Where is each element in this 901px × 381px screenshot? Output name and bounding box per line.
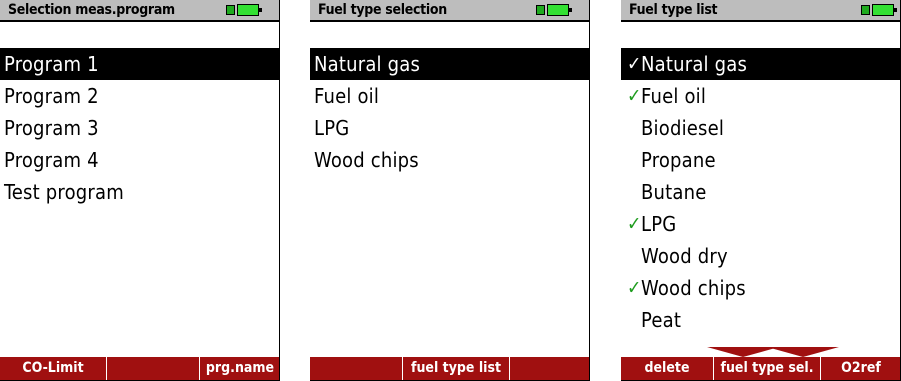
check-icon: ✓ — [627, 85, 642, 107]
list-item-label: Fuel oil — [314, 84, 380, 108]
list-item-test-program[interactable]: Test program — [0, 176, 279, 208]
softkey-middle-empty[interactable] — [107, 357, 200, 380]
check-icon: ✓ — [627, 53, 642, 75]
list-item-program-1[interactable]: Program 1 — [0, 48, 279, 80]
battery-level — [547, 4, 572, 16]
list-item-label: Fuel oil — [641, 84, 707, 108]
title-bar: Fuel type selection — [310, 0, 589, 22]
list-item-lpg[interactable]: ✓ LPG — [621, 208, 900, 240]
list-item-natural-gas[interactable]: ✓ Natural gas — [621, 48, 900, 80]
list-item-label: Propane — [641, 148, 716, 172]
list-item-program-3[interactable]: Program 3 — [0, 112, 279, 144]
plug-icon — [861, 5, 870, 15]
list-item-label: Program 3 — [4, 116, 99, 140]
list-item-label: Program 1 — [4, 52, 99, 76]
list-item-label: Test program — [4, 180, 124, 204]
screen-fuel-type-selection: Fuel type selection Natural gas Fuel oil… — [310, 0, 590, 381]
softkey-bar: CO-Limit prg.name — [0, 357, 279, 380]
softkey-fuel-type-sel[interactable]: fuel type sel. — [714, 357, 821, 380]
plug-icon — [226, 5, 235, 15]
softkey-right-empty[interactable] — [510, 357, 589, 380]
list-item-wood-dry[interactable]: Wood dry — [621, 240, 900, 272]
list-item-label: Biodiesel — [641, 116, 725, 140]
list-item-label: Wood dry — [641, 244, 728, 268]
list-item-label: Program 4 — [4, 148, 99, 172]
softkey-o2ref[interactable]: O2ref — [821, 357, 900, 380]
plug-icon — [536, 5, 545, 15]
list-item-label: LPG — [641, 212, 677, 236]
battery-level — [237, 4, 262, 16]
screen-title: Fuel type list — [629, 2, 718, 18]
softkey-left-empty[interactable] — [310, 357, 403, 380]
softkey-fuel-type-list[interactable]: fuel type list — [403, 357, 510, 380]
list-item-peat[interactable]: Peat — [621, 304, 900, 336]
scroll-indicator — [621, 345, 900, 357]
list-item-propane[interactable]: Propane — [621, 144, 900, 176]
list-item-label: Program 2 — [4, 84, 99, 108]
battery-level — [872, 4, 897, 16]
list-item-fuel-oil[interactable]: Fuel oil — [310, 80, 589, 112]
list-item-label: Natural gas — [641, 52, 748, 76]
check-icon: ✓ — [627, 213, 642, 235]
list-item-lpg[interactable]: LPG — [310, 112, 589, 144]
scroll-down-arrow-icon — [767, 347, 839, 357]
list-item-biodiesel[interactable]: Biodiesel — [621, 112, 900, 144]
list-item-program-4[interactable]: Program 4 — [0, 144, 279, 176]
program-list: Program 1 Program 2 Program 3 Program 4 … — [0, 48, 279, 208]
list-item-wood-chips[interactable]: ✓ Wood chips — [621, 272, 900, 304]
list-item-wood-chips[interactable]: Wood chips — [310, 144, 589, 176]
list-item-label: Butane — [641, 180, 707, 204]
list-item-label: Natural gas — [314, 52, 421, 76]
list-item-label: Wood chips — [641, 276, 746, 300]
list-item-fuel-oil[interactable]: ✓ Fuel oil — [621, 80, 900, 112]
check-icon: ✓ — [627, 277, 642, 299]
screen-title: Selection meas.program — [8, 2, 175, 18]
title-bar: Selection meas.program — [0, 0, 279, 22]
title-bar: Fuel type list — [621, 0, 900, 22]
screen-fuel-type-list: Fuel type list ✓ Natural gas ✓ Fuel oil Bi… — [621, 0, 901, 381]
list-item-program-2[interactable]: Program 2 — [0, 80, 279, 112]
softkey-bar: fuel type list — [310, 357, 589, 380]
list-item-label: LPG — [314, 116, 350, 140]
list-item-natural-gas[interactable]: Natural gas — [310, 48, 589, 80]
softkey-bar: delete fuel type sel. O2ref — [621, 357, 900, 380]
list-item-butane[interactable]: Butane — [621, 176, 900, 208]
softkey-prg-name[interactable]: prg.name — [200, 357, 279, 380]
softkey-delete[interactable]: delete — [621, 357, 714, 380]
fuel-type-checklist: ✓ Natural gas ✓ Fuel oil Biodiesel Propane… — [621, 48, 900, 336]
screen-selection-meas-program: Selection meas.program Program 1 Program… — [0, 0, 280, 381]
list-item-label: Wood chips — [314, 148, 419, 172]
fuel-type-list: Natural gas Fuel oil LPG Wood chips — [310, 48, 589, 176]
screen-title: Fuel type selection — [318, 2, 447, 18]
list-item-label: Peat — [641, 308, 682, 332]
softkey-co-limit[interactable]: CO-Limit — [0, 357, 107, 380]
